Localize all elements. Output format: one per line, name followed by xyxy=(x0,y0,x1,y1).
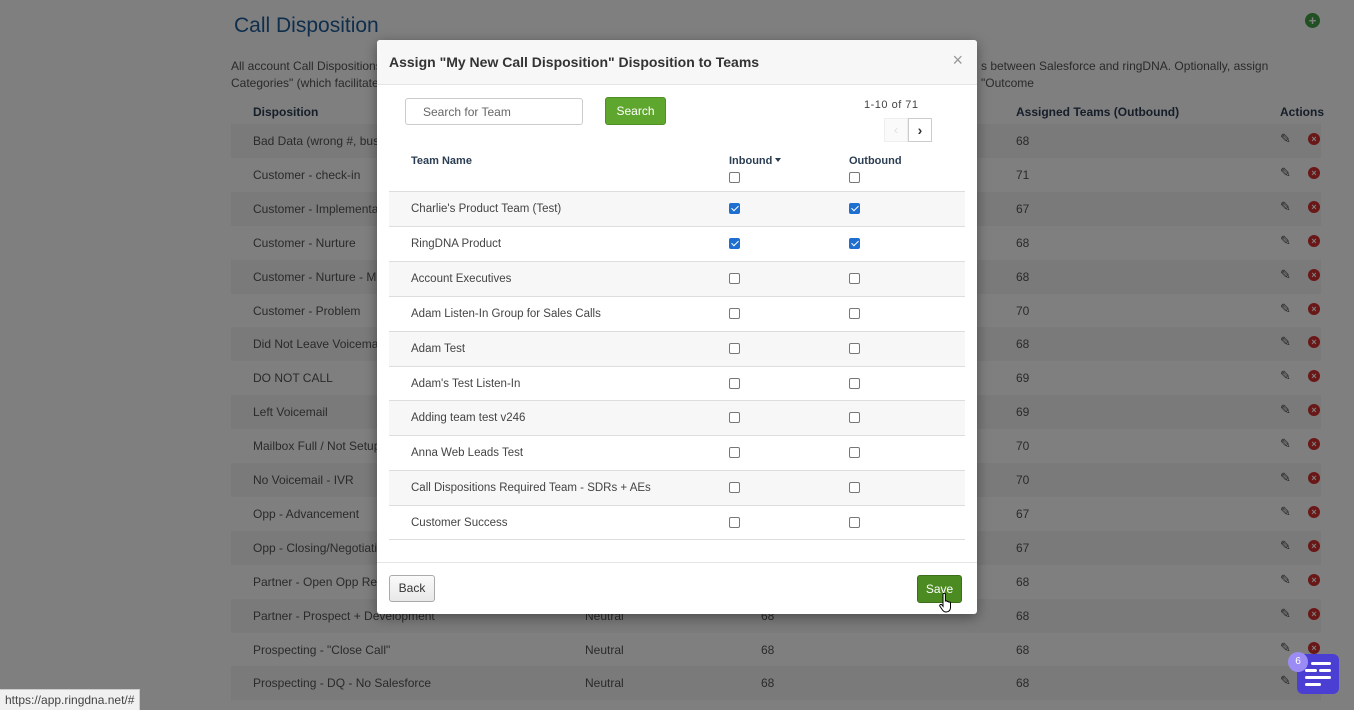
search-button[interactable]: Search xyxy=(605,97,666,125)
team-name: Charlie's Product Team (Test) xyxy=(411,203,562,215)
inbound-checkbox[interactable] xyxy=(729,237,740,249)
outbound-checkbox[interactable] xyxy=(849,307,860,319)
outbound-checkbox[interactable] xyxy=(849,412,860,424)
team-row: Account Executives xyxy=(389,260,965,296)
team-name: Adam Listen-In Group for Sales Calls xyxy=(411,307,601,320)
inbound-checkbox[interactable] xyxy=(729,482,740,494)
inbound-checkbox[interactable] xyxy=(729,412,740,424)
outbound-checkbox[interactable] xyxy=(849,517,860,529)
team-name: Adam's Test Listen-In xyxy=(411,377,521,390)
team-row: Charlie's Product Team (Test) xyxy=(389,191,965,226)
outbound-checkbox[interactable] xyxy=(849,237,860,249)
inbound-checkbox[interactable] xyxy=(729,307,740,319)
chevron-left-icon[interactable]: ‹ xyxy=(884,118,908,142)
header-team-name[interactable]: Team Name xyxy=(411,155,472,167)
team-search-input[interactable] xyxy=(405,98,583,125)
chevron-right-icon[interactable]: › xyxy=(908,118,932,142)
header-inbound[interactable]: Inbound xyxy=(729,155,782,167)
assign-teams-modal: Assign "My New Call Disposition" Disposi… xyxy=(377,40,977,614)
outbound-checkbox[interactable] xyxy=(849,447,860,459)
team-row: Anna Web Leads Test xyxy=(389,435,965,470)
inbound-checkbox[interactable] xyxy=(729,377,740,389)
team-row: RingDNA Product xyxy=(389,225,965,261)
inbound-checkbox[interactable] xyxy=(729,447,740,459)
outbound-checkbox[interactable] xyxy=(849,272,860,284)
notification-badge: 6 xyxy=(1288,652,1308,672)
outbound-checkbox[interactable] xyxy=(849,342,860,354)
select-all-outbound-checkbox[interactable] xyxy=(849,172,860,183)
team-row: Adam Listen-In Group for Sales Calls xyxy=(389,295,965,331)
team-row: Adam Test xyxy=(389,330,965,366)
team-name: Call Dispositions Required Team - SDRs +… xyxy=(411,482,651,495)
team-name: RingDNA Product xyxy=(411,237,502,250)
header-outbound[interactable]: Outbound xyxy=(849,155,902,167)
close-icon[interactable]: × xyxy=(952,50,963,71)
outbound-checkbox[interactable] xyxy=(849,203,860,214)
header-inbound-label: Inbound xyxy=(729,155,773,167)
outbound-checkbox[interactable] xyxy=(849,482,860,494)
sort-desc-icon xyxy=(775,158,782,162)
status-bar-url: https://app.ringdna.net/# xyxy=(0,689,141,710)
team-name: Adam Test xyxy=(411,342,466,355)
team-name: Anna Web Leads Test xyxy=(411,447,524,460)
pagination-info: 1-10 of 71 xyxy=(864,99,919,111)
modal-header: Assign "My New Call Disposition" Disposi… xyxy=(377,40,977,85)
inbound-checkbox[interactable] xyxy=(729,517,740,529)
select-all-inbound-checkbox[interactable] xyxy=(729,172,740,183)
team-row: Call Dispositions Required Team - SDRs +… xyxy=(389,470,965,506)
team-name: Customer Success xyxy=(411,517,508,530)
inbound-checkbox[interactable] xyxy=(729,272,740,284)
modal-footer: Back Save xyxy=(377,562,977,614)
team-row: Adam's Test Listen-In xyxy=(389,365,965,401)
table-divider xyxy=(389,539,965,540)
outbound-checkbox[interactable] xyxy=(849,377,860,389)
team-name: Account Executives xyxy=(411,272,512,285)
back-button[interactable]: Back xyxy=(389,575,435,602)
inbound-checkbox[interactable] xyxy=(729,342,740,354)
hand-cursor-icon xyxy=(939,593,951,613)
team-row: Customer Success xyxy=(389,505,965,540)
team-row: Adding team test v246 xyxy=(389,400,965,436)
inbound-checkbox[interactable] xyxy=(729,203,740,214)
team-name: Adding team test v246 xyxy=(411,412,526,425)
modal-title: Assign "My New Call Disposition" Disposi… xyxy=(389,54,760,70)
